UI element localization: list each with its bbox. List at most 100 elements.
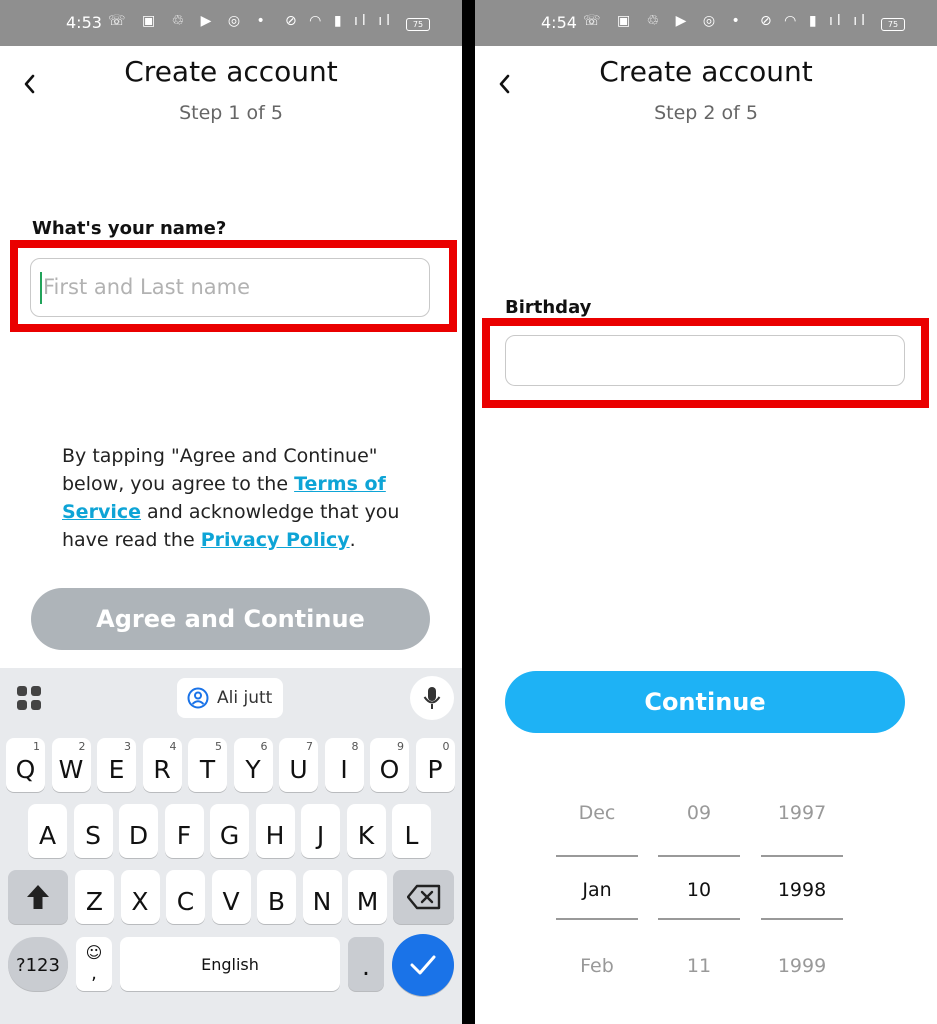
picker-month-next[interactable]: Feb <box>556 955 638 977</box>
picker-day-selected[interactable]: 10 <box>658 879 740 901</box>
microphone-button[interactable] <box>410 676 454 720</box>
key-v[interactable]: V <box>211 870 251 924</box>
battery-icon: 75 <box>881 18 905 31</box>
key-label: X <box>131 887 149 916</box>
picker-day-next[interactable]: 11 <box>658 955 740 977</box>
key-s[interactable]: S <box>73 804 113 858</box>
key-z[interactable]: Z <box>75 870 114 924</box>
key-u[interactable]: U7 <box>279 738 318 792</box>
keyboard-toolbar: Ali jutt <box>0 668 462 730</box>
step-indicator: Step 2 of 5 <box>654 102 758 124</box>
key-number-hint: 7 <box>306 740 313 753</box>
shift-icon <box>27 885 49 909</box>
status-time: 4:54 <box>541 13 577 32</box>
shift-key[interactable] <box>8 870 68 924</box>
picker-day-prev[interactable]: 09 <box>658 802 740 824</box>
key-label: F <box>176 821 192 850</box>
symbols-key-label: ?123 <box>16 955 60 976</box>
name-input[interactable]: First and Last name <box>30 258 430 317</box>
picker-year-next[interactable]: 1999 <box>761 955 843 977</box>
key-m[interactable]: M <box>348 870 387 924</box>
emoji-comma: , <box>91 963 97 984</box>
apps-grid-icon[interactable] <box>16 685 42 711</box>
key-label: D <box>128 821 149 850</box>
key-y[interactable]: Y6 <box>233 738 273 792</box>
emoji-key[interactable]: ☺ , <box>76 937 112 991</box>
key-h[interactable]: H <box>255 804 295 858</box>
picker-month-selected[interactable]: Jan <box>556 879 638 901</box>
backspace-key[interactable] <box>393 870 454 924</box>
status-bar: 4:54 ☏ ▣ ♲ ▶ ◎ • ⊘ ◠ ▮ ıl ıl 75 <box>475 0 937 46</box>
key-label: O <box>379 755 400 784</box>
picker-year-selected[interactable]: 1998 <box>761 879 843 901</box>
key-a[interactable]: A <box>28 804 67 858</box>
checkmark-icon <box>410 955 436 975</box>
key-q[interactable]: Q1 <box>6 738 45 792</box>
key-label: J <box>316 821 325 850</box>
symbols-key[interactable]: ?123 <box>8 937 68 991</box>
key-number-hint: 0 <box>442 740 450 753</box>
picker-year-prev[interactable]: 1997 <box>761 802 843 824</box>
key-label: K <box>357 821 375 850</box>
key-number-hint: 4 <box>169 740 177 753</box>
picker-divider <box>658 918 740 920</box>
key-l[interactable]: L <box>392 804 431 858</box>
key-d[interactable]: D <box>119 804 158 858</box>
key-number-hint: 5 <box>215 740 222 753</box>
contact-icon <box>187 687 209 709</box>
key-number-hint: 2 <box>78 740 86 753</box>
signal-icons: ⊘ ◠ ▮ ıl ıl <box>760 13 870 29</box>
key-number-hint: 9 <box>397 740 404 753</box>
key-e[interactable]: E3 <box>97 738 136 792</box>
key-label: B <box>267 887 286 916</box>
battery-icon: 75 <box>406 18 430 31</box>
continue-button[interactable]: Continue <box>505 671 905 733</box>
key-label: N <box>312 887 332 916</box>
microphone-icon <box>423 687 441 709</box>
notification-icons: ☏ ▣ ♲ ▶ ◎ • <box>108 13 271 29</box>
left-screen: 4:53 ☏ ▣ ♲ ▶ ◎ • ⊘ ◠ ▮ ıl ıl 75 Create a… <box>0 0 462 1024</box>
emoji-icon: ☺ <box>85 943 103 962</box>
key-label: C <box>176 887 195 916</box>
key-number-hint: 6 <box>260 740 268 753</box>
key-number-hint: 8 <box>351 740 359 753</box>
period-key-label: . <box>362 952 370 981</box>
key-label: A <box>38 821 57 850</box>
key-n[interactable]: N <box>302 870 342 924</box>
key-t[interactable]: T5 <box>188 738 227 792</box>
enter-key[interactable] <box>392 934 454 996</box>
key-o[interactable]: O9 <box>370 738 409 792</box>
key-label: H <box>265 821 285 850</box>
key-label: M <box>356 887 379 916</box>
key-f[interactable]: F <box>164 804 204 858</box>
period-key[interactable]: . <box>348 937 384 991</box>
key-b[interactable]: B <box>257 870 296 924</box>
privacy-policy-link[interactable]: Privacy Policy <box>201 529 350 551</box>
key-label: S <box>85 821 101 850</box>
key-r[interactable]: R4 <box>142 738 182 792</box>
picker-divider <box>658 855 740 857</box>
keyboard: Ali jutt Q1W2E3R4T5Y6U7I8O9P0 ASDFGHJKL … <box>0 668 462 1024</box>
picker-month-prev[interactable]: Dec <box>556 802 638 824</box>
key-label: W <box>58 755 84 784</box>
key-label: U <box>289 755 308 784</box>
key-w[interactable]: W2 <box>51 738 91 792</box>
name-label: What's your name? <box>32 218 227 239</box>
agree-continue-button[interactable]: Agree and Continue <box>31 588 430 650</box>
key-i[interactable]: I8 <box>324 738 364 792</box>
key-c[interactable]: C <box>166 870 205 924</box>
suggestion-chip[interactable]: Ali jutt <box>177 678 283 718</box>
space-key-label: English <box>201 955 259 974</box>
suggestion-text: Ali jutt <box>217 688 273 708</box>
key-x[interactable]: X <box>120 870 160 924</box>
key-k[interactable]: K <box>346 804 386 858</box>
picker-divider <box>556 855 638 857</box>
birthday-input[interactable] <box>505 335 905 386</box>
key-g[interactable]: G <box>210 804 249 858</box>
space-key[interactable]: English <box>120 937 340 991</box>
key-label: P <box>427 755 443 784</box>
key-j[interactable]: J <box>301 804 340 858</box>
signal-icons: ⊘ ◠ ▮ ıl ıl <box>285 13 395 29</box>
text-cursor <box>40 272 42 304</box>
key-p[interactable]: P0 <box>415 738 455 792</box>
